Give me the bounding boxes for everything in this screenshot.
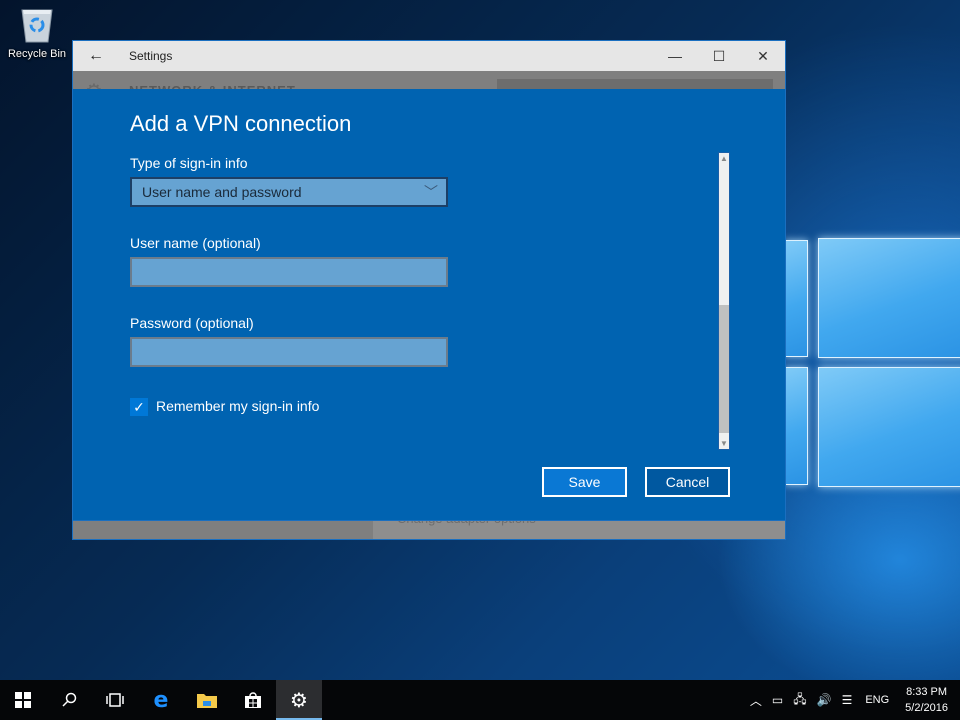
add-vpn-dialog: Add a VPN connection Type of sign-in inf… bbox=[73, 89, 785, 521]
back-arrow-icon: ← bbox=[88, 47, 104, 64]
save-button[interactable]: Save bbox=[542, 467, 627, 497]
cancel-button[interactable]: Cancel bbox=[645, 467, 730, 497]
password-input[interactable] bbox=[130, 337, 448, 367]
network-icon: 🖧 bbox=[793, 691, 807, 706]
sign-in-type-dropdown[interactable]: User name and password ﹀ bbox=[130, 177, 448, 207]
power-button[interactable]: ▭ bbox=[767, 693, 788, 707]
notification-icon: ☰ bbox=[841, 693, 853, 707]
clock[interactable]: 8:33 PM 5/2/2016 bbox=[897, 684, 960, 716]
minimize-button[interactable]: — bbox=[653, 41, 697, 71]
taskbar: e ⚙ ︿ ▭ 🖧 🔊 ☰ ENG 8:33 PM 5/2/2016 bbox=[0, 680, 960, 720]
edge-icon: e bbox=[153, 687, 169, 713]
username-input[interactable] bbox=[130, 257, 448, 287]
windows-icon bbox=[15, 692, 31, 708]
logo-pane bbox=[818, 367, 960, 487]
folder-icon bbox=[197, 694, 217, 708]
dialog-scrollbar[interactable]: ▲ ▼ bbox=[718, 152, 730, 450]
maximize-icon: ☐ bbox=[712, 47, 726, 64]
desktop-icon-label: Recycle Bin bbox=[7, 48, 67, 60]
window-title: Settings bbox=[129, 49, 173, 63]
recycle-bin-icon bbox=[20, 6, 54, 44]
logo-pane bbox=[818, 238, 960, 358]
checkmark-icon: ✓ bbox=[133, 399, 145, 415]
scrollbar-thumb[interactable] bbox=[719, 305, 729, 433]
action-center-button[interactable]: ☰ bbox=[837, 693, 858, 707]
close-button[interactable]: ✕ bbox=[741, 41, 785, 71]
store-icon bbox=[245, 692, 261, 708]
input-language-button[interactable]: ENG bbox=[857, 694, 897, 706]
start-button[interactable] bbox=[0, 680, 46, 720]
search-icon bbox=[62, 692, 77, 707]
maximize-button[interactable]: ☐ bbox=[697, 41, 741, 71]
remember-checkbox[interactable]: ✓ bbox=[130, 398, 148, 416]
wallpaper-windows-logo bbox=[780, 200, 960, 520]
volume-button[interactable]: 🔊 bbox=[812, 693, 837, 707]
show-hidden-icons-button[interactable]: ︿ bbox=[745, 692, 767, 709]
chevron-up-icon: ︿ bbox=[749, 693, 762, 708]
close-icon: ✕ bbox=[757, 47, 769, 64]
store-button[interactable] bbox=[230, 680, 276, 720]
chevron-down-icon: ﹀ bbox=[424, 184, 438, 200]
task-view-icon bbox=[106, 693, 124, 707]
system-tray: ︿ ▭ 🖧 🔊 ☰ ENG 8:33 PM 5/2/2016 bbox=[745, 680, 960, 720]
logo-pane bbox=[784, 240, 808, 357]
settings-button[interactable]: ⚙ bbox=[276, 680, 322, 720]
scroll-down-icon[interactable]: ▼ bbox=[719, 439, 729, 448]
logo-pane bbox=[784, 367, 808, 485]
gear-icon: ⚙ bbox=[290, 689, 308, 712]
desktop-icon-recycle-bin[interactable]: Recycle Bin bbox=[4, 6, 70, 60]
dialog-title: Add a VPN connection bbox=[130, 111, 352, 136]
remember-label[interactable]: Remember my sign-in info bbox=[156, 398, 319, 414]
task-view-button[interactable] bbox=[92, 680, 138, 720]
clock-time: 8:33 PM bbox=[906, 686, 948, 698]
password-label: Password (optional) bbox=[130, 315, 254, 331]
battery-plug-icon: ▭ bbox=[771, 693, 784, 707]
speaker-icon: 🔊 bbox=[816, 693, 832, 707]
edge-button[interactable]: e bbox=[138, 680, 184, 720]
title-bar: ← Settings — ☐ ✕ bbox=[73, 41, 785, 71]
sign-in-type-value: User name and password bbox=[142, 184, 302, 200]
settings-window: ← Settings — ☐ ✕ ⚙ NETWORK & INTERNET Fi… bbox=[72, 40, 786, 540]
back-button[interactable]: ← bbox=[73, 41, 119, 71]
minimize-icon: — bbox=[668, 48, 682, 64]
scroll-up-icon[interactable]: ▲ bbox=[719, 154, 729, 163]
search-button[interactable] bbox=[46, 680, 92, 720]
sign-in-type-label: Type of sign-in info bbox=[130, 155, 248, 171]
clock-date: 5/2/2016 bbox=[905, 702, 948, 714]
username-label: User name (optional) bbox=[130, 235, 261, 251]
file-explorer-button[interactable] bbox=[184, 680, 230, 720]
network-button[interactable]: 🖧 bbox=[788, 690, 811, 711]
